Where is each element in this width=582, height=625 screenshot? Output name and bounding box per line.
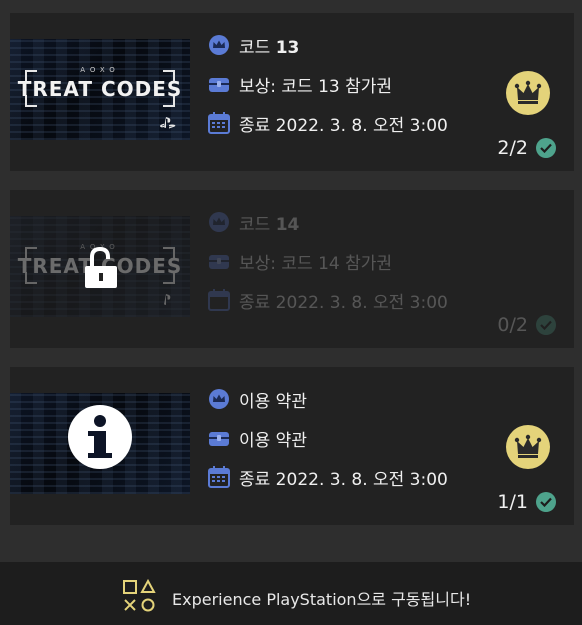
card-details: 이용 약관 이용 약관 종료 2022. 3. 8. 오전 3:00 xyxy=(208,389,448,506)
info-icon xyxy=(68,405,132,469)
card-reward: 보상: 코드 13 참가권 xyxy=(239,76,393,97)
card-details: 코드 14 보상: 코드 14 참가권 종료 2022. 3. 8. 오전 3:… xyxy=(208,212,448,329)
calendar-icon xyxy=(208,112,230,134)
padlock-icon xyxy=(84,246,118,290)
calendar-icon xyxy=(208,289,230,311)
card-reward: 보상: 코드 14 참가권 xyxy=(239,253,393,274)
progress-count: 2/2 xyxy=(497,137,556,159)
crown-medal-icon xyxy=(506,71,550,115)
card-reward: 이용 약관 xyxy=(239,430,307,451)
card-title: 이용 약관 xyxy=(239,391,307,412)
playstation-shapes-icon xyxy=(122,578,156,617)
powered-by-footer: Experience PlayStation으로 구동됩니다! xyxy=(0,562,582,625)
card-end-date: 종료 2022. 3. 8. 오전 3:00 xyxy=(239,115,448,136)
check-circle-icon xyxy=(536,492,556,512)
treasure-chest-icon xyxy=(208,73,230,95)
quest-card-code-14[interactable]: AOXO TREAT CODES 코드 14 보상: 코드 14 참가권 종료 … xyxy=(10,190,574,348)
calendar-icon xyxy=(208,466,230,488)
quest-card-terms[interactable]: 이용 약관 이용 약관 종료 2022. 3. 8. 오전 3:00 1/1 xyxy=(10,367,574,525)
crown-badge-icon xyxy=(208,388,230,410)
card-details: 코드 13 보상: 코드 13 참가권 종료 2022. 3. 8. 오전 3:… xyxy=(208,35,448,152)
footer-text: Experience PlayStation으로 구동됩니다! xyxy=(172,590,472,609)
progress-count: 0/2 xyxy=(497,314,556,336)
progress-count: 1/1 xyxy=(497,491,556,513)
check-circle-icon xyxy=(536,315,556,335)
crown-badge-icon xyxy=(208,34,230,56)
crown-medal-icon xyxy=(506,425,550,469)
treasure-chest-icon xyxy=(208,250,230,272)
thumbnail-title: TREAT CODES xyxy=(17,77,183,101)
card-title: 코드 13 xyxy=(239,37,300,58)
card-thumbnail xyxy=(10,393,190,494)
check-circle-icon xyxy=(536,138,556,158)
card-end-date: 종료 2022. 3. 8. 오전 3:00 xyxy=(239,469,448,490)
card-title: 코드 14 xyxy=(239,214,300,235)
playstation-logo-icon xyxy=(160,294,176,309)
card-end-date: 종료 2022. 3. 8. 오전 3:00 xyxy=(239,292,448,313)
quest-card-code-13[interactable]: AOXO TREAT CODES 코드 13 보상: 코드 13 참가권 종료 … xyxy=(10,13,574,171)
card-thumbnail: AOXO TREAT CODES xyxy=(10,39,190,140)
playstation-logo-icon xyxy=(160,117,176,132)
treasure-chest-icon xyxy=(208,427,230,449)
crown-badge-icon xyxy=(208,211,230,233)
